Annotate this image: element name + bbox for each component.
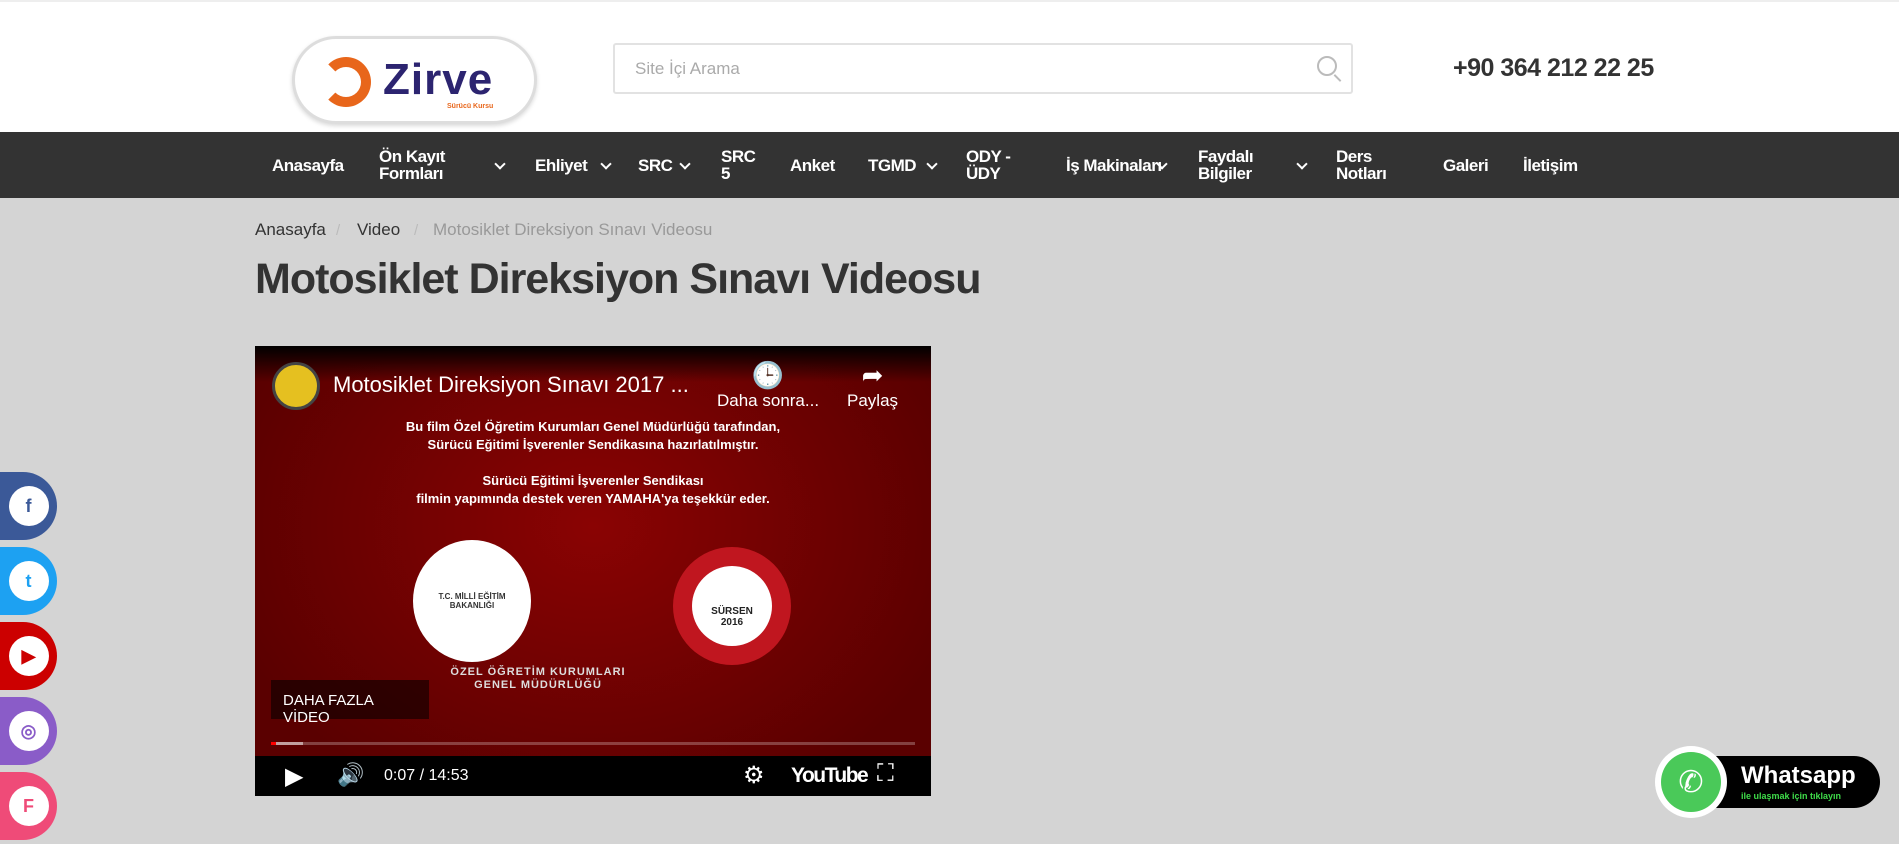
channel-avatar[interactable]	[272, 362, 320, 410]
chevron-down-icon[interactable]	[494, 158, 506, 170]
nav-label: Faydalı Bilgiler	[1198, 147, 1254, 183]
nav-label: İş Makinaları	[1066, 155, 1162, 175]
instagram-icon: ◎	[8, 711, 49, 751]
nav-item-10[interactable]: Ders Notları	[1336, 132, 1406, 198]
video-caption: Sürücü Eğitimi İşverenler Sendikası	[482, 473, 704, 488]
nav-label: SRC 5	[721, 147, 756, 183]
nav-item-5[interactable]: Anket	[790, 132, 835, 198]
video-player[interactable]: Motosiklet Direksiyon Sınavı 2017 ... 🕒 D…	[255, 346, 931, 796]
whatsapp-icon: ✆	[1661, 752, 1721, 812]
nav-label: SRC	[638, 155, 673, 175]
youtube-button[interactable]: ▶	[0, 622, 57, 690]
nav-item-1[interactable]: Ön Kayıt Formları	[379, 132, 479, 198]
nav-item-3[interactable]: SRC	[638, 132, 673, 198]
nav-label: Anket	[790, 155, 835, 175]
whatsapp-title: Whatsapp	[1741, 762, 1856, 789]
logo-subtitle: Sürücü Kursu	[447, 103, 494, 110]
share-button[interactable]: ➦ Paylaş	[847, 360, 898, 411]
youtube-logo[interactable]: YouTube	[791, 764, 869, 788]
search-box	[613, 43, 1353, 94]
chevron-down-icon[interactable]	[1296, 158, 1308, 170]
twitter-button[interactable]: t	[0, 547, 57, 615]
logo[interactable]: Zirve Sürücü Kursu	[292, 36, 537, 124]
page-title: Motosiklet Direksiyon Sınavı Videosu	[255, 255, 981, 303]
chevron-down-icon[interactable]	[926, 158, 938, 170]
nav-item-6[interactable]: TGMD	[868, 132, 917, 198]
main-nav: Anasayfa Ön Kayıt Formları Ehliyet SRC SRC 5…	[0, 132, 1899, 198]
volume-icon[interactable]: 🔊	[337, 762, 364, 788]
logo-text: Zirve	[383, 55, 494, 104]
whatsapp-subtitle: ile ulaşmak için tıklayın	[1741, 791, 1842, 801]
progress-bar[interactable]	[271, 742, 915, 745]
nav-item-2[interactable]: Ehliyet	[535, 132, 588, 198]
foursquare-icon: F	[8, 786, 49, 826]
search-icon[interactable]	[1317, 56, 1337, 76]
player-controls: ▶ 🔊 0:07 / 14:53 ⚙ YouTube ⛶	[255, 756, 931, 796]
nav-item-12[interactable]: İletişim	[1523, 132, 1578, 198]
nav-item-8[interactable]: İş Makinaları	[1066, 132, 1166, 198]
nav-label: İletişim	[1523, 155, 1578, 175]
video-caption: filmin yapımında destek veren YAMAHA'ya …	[416, 491, 770, 506]
video-caption: Sürücü Eğitimi İşverenler Sendikasına ha…	[427, 437, 759, 452]
nav-label: ODY - ÜDY	[966, 147, 1011, 183]
sursen-seal: SÜRSEN 2016	[673, 547, 791, 665]
clock-icon: 🕒	[751, 360, 785, 390]
youtube-icon: ▶	[8, 636, 49, 676]
facebook-icon: f	[8, 486, 49, 526]
twitter-icon: t	[8, 561, 49, 601]
nav-item-9[interactable]: Faydalı Bilgiler	[1198, 132, 1298, 198]
nav-label: Ehliyet	[535, 155, 588, 175]
whatsapp-button[interactable]: ✆ Whatsapp ile ulaşmak için tıklayın	[1655, 746, 1883, 820]
phone-number[interactable]: +90 364 212 22 25	[1453, 54, 1654, 83]
nav-item-4[interactable]: SRC 5	[721, 132, 761, 198]
instagram-button[interactable]: ◎	[0, 697, 57, 765]
nav-label: Ön Kayıt Formları	[379, 147, 445, 183]
breadcrumb-separator: /	[414, 222, 419, 239]
breadcrumb-video[interactable]: Video	[357, 220, 400, 240]
header: Zirve Sürücü Kursu +90 364 212 22 25	[0, 0, 1899, 132]
share-icon: ➦	[861, 360, 884, 390]
nav-item-7[interactable]: ODY - ÜDY	[966, 132, 1026, 198]
nav-label: Ders Notları	[1336, 147, 1387, 183]
video-title[interactable]: Motosiklet Direksiyon Sınavı 2017 ...	[333, 372, 689, 398]
facebook-button[interactable]: f	[0, 472, 57, 540]
meb-seal: T.C. MİLLİ EĞİTİM BAKANLIĞI	[413, 540, 531, 662]
chevron-down-icon[interactable]	[600, 158, 612, 170]
more-videos-button[interactable]: DAHA FAZLA VİDEO	[271, 680, 429, 726]
video-caption: Bu film Özel Öğretim Kurumları Genel Müd…	[405, 419, 781, 434]
nav-label: TGMD	[868, 155, 917, 175]
nav-item-0[interactable]: Anasayfa	[272, 132, 344, 198]
nav-label: Galeri	[1443, 155, 1489, 175]
watch-later-button[interactable]: 🕒 Daha sonra...	[717, 360, 819, 411]
fullscreen-icon[interactable]: ⛶	[877, 760, 894, 788]
nav-label: Anasayfa	[272, 155, 344, 175]
breadcrumb-separator: /	[336, 222, 341, 239]
time-display: 0:07 / 14:53	[384, 767, 469, 784]
breadcrumb-current: Motosiklet Direksiyon Sınavı Videosu	[433, 220, 713, 239]
settings-icon[interactable]: ⚙	[743, 761, 765, 790]
search-input[interactable]	[615, 45, 1295, 92]
breadcrumb-home[interactable]: Anasayfa	[255, 220, 326, 240]
nav-item-11[interactable]: Galeri	[1443, 132, 1489, 198]
play-icon[interactable]: ▶	[285, 762, 303, 791]
logo-mark-icon	[321, 57, 371, 107]
chevron-down-icon[interactable]	[679, 158, 691, 170]
foursquare-button[interactable]: F	[0, 772, 57, 840]
